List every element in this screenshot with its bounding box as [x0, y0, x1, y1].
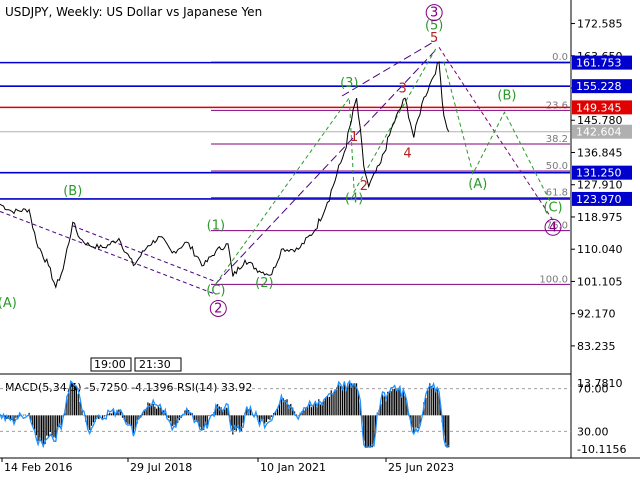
- price-chart: USDJPY, Weekly: US Dollar vs Japanese Ye…: [0, 0, 640, 480]
- wave-label: (A): [0, 296, 17, 311]
- wave-label: 1: [350, 130, 358, 145]
- wave-label: 4: [403, 146, 411, 161]
- level-price-label: 149.345: [576, 101, 622, 114]
- wave-label: (C): [543, 200, 562, 215]
- fib-level-label: 38.2: [546, 134, 568, 145]
- wave-label: 2: [214, 301, 222, 316]
- time-axis-label: 29 Jul 2018: [130, 461, 192, 474]
- time-marker-label: 21:30: [139, 358, 171, 371]
- fib-level-label: 23.6: [546, 100, 568, 111]
- wave-label: (B): [497, 89, 516, 104]
- time-marker-label: 19:00: [94, 358, 126, 371]
- wave-label: (1): [207, 218, 225, 233]
- wave-label: (C): [206, 283, 225, 298]
- price-tick-label: 101.105: [577, 275, 623, 288]
- fib-level-label: 61.8: [546, 188, 568, 199]
- level-price-label: 142.604: [576, 126, 622, 139]
- price-tick-label: 172.585: [577, 18, 623, 31]
- chart-title: USDJPY, Weekly: US Dollar vs Japanese Ye…: [5, 5, 262, 19]
- fib-level-label: 0.0: [552, 52, 568, 63]
- price-tick-label: 83.235: [577, 340, 616, 353]
- level-price-label: 123.970: [576, 193, 622, 206]
- level-price-label: 155.228: [576, 80, 622, 93]
- fib-level-label: 100.0: [539, 274, 568, 285]
- level-price-label: 161.753: [576, 57, 622, 70]
- time-axis-label: 25 Jun 2023: [388, 461, 454, 474]
- price-tick-label: 136.845: [577, 146, 623, 159]
- price-tick-label: 92.170: [577, 308, 616, 321]
- fib-level-label: 50.0: [546, 161, 568, 172]
- price-tick-label: 127.910: [577, 179, 623, 192]
- wave-label: (3): [340, 76, 358, 91]
- wave-label: (2): [255, 276, 273, 291]
- indicator-axis-label: 30.00: [577, 425, 609, 438]
- wave-label: 3: [398, 81, 406, 96]
- wave-label: (A): [468, 177, 487, 192]
- wave-label: 3: [430, 6, 438, 21]
- indicator-axis-label: 70.00: [577, 383, 609, 396]
- wave-label: 2: [360, 179, 368, 194]
- wave-label: 4: [549, 220, 557, 235]
- wave-label: (B): [63, 184, 82, 199]
- level-price-label: 131.250: [576, 167, 622, 180]
- price-tick-label: 110.040: [577, 243, 623, 256]
- time-axis-label: 14 Feb 2016: [4, 461, 72, 474]
- price-tick-label: 118.975: [577, 211, 623, 224]
- indicator-title: MACD(5,34,5) -5.7250 -4.1396 RSI(14) 33.…: [5, 381, 252, 394]
- indicator-axis-label: -10.1156: [577, 443, 626, 456]
- time-axis-label: 10 Jan 2021: [260, 461, 326, 474]
- chart-stage: USDJPY, Weekly: US Dollar vs Japanese Ye…: [0, 0, 640, 480]
